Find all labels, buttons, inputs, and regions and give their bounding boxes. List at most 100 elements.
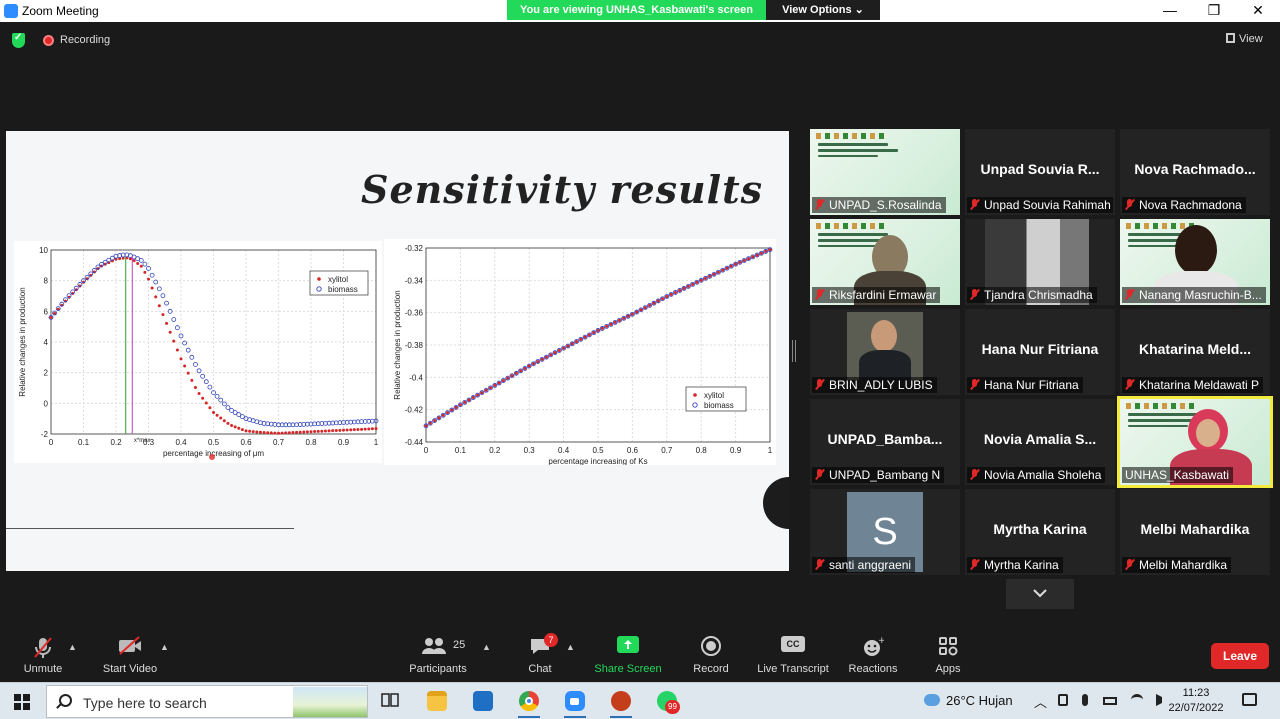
data-point-xylitol	[742, 259, 746, 263]
mic-muted-icon	[1125, 559, 1134, 570]
video-options-caret[interactable]: ▲	[160, 642, 169, 652]
audio-options-caret[interactable]: ▲	[68, 642, 77, 652]
close-button[interactable]: ✕	[1236, 0, 1280, 22]
participants-button[interactable]: 25 Participants	[404, 621, 472, 682]
data-point-xylitol	[514, 371, 518, 375]
data-point-biomass	[225, 405, 231, 410]
microphone-icon[interactable]	[1081, 694, 1088, 706]
data-point-xylitol	[291, 431, 295, 435]
windows-start-icon[interactable]	[14, 694, 30, 710]
legend-marker	[693, 393, 697, 397]
participant-tile[interactable]: Tjandra Chrismadha	[965, 219, 1115, 305]
data-point-xylitol	[755, 253, 759, 257]
mic-muted-icon	[970, 469, 979, 480]
shared-screen: Sensitivity results 0 0.1 0.2 0.3 0.4 0.5 0.6 0…	[6, 131, 789, 571]
view-button[interactable]: View	[1226, 33, 1263, 45]
mic-muted-icon	[815, 559, 824, 570]
data-point-xylitol	[230, 423, 234, 427]
taskbar-clock[interactable]: 11:23 22/07/2022	[1166, 686, 1226, 716]
participant-tile[interactable]: BRIN_ADLY LUBIS	[810, 309, 960, 395]
data-point-xylitol	[255, 430, 259, 434]
viewing-screen-banner: You are viewing UNHAS_Kasbawati's screen	[507, 0, 766, 20]
participant-name-label: UNPAD_Bambang N	[812, 467, 945, 483]
chat-options-caret[interactable]: ▲	[566, 642, 575, 652]
participant-tile[interactable]: Melbi Mahardika Melbi Mahardika	[1120, 489, 1270, 575]
live-transcript-button[interactable]: CC Live Transcript	[754, 621, 832, 682]
participant-tile[interactable]: UNHAS_Kasbawati	[1117, 396, 1273, 488]
data-point-xylitol	[186, 371, 190, 375]
data-point-biomass	[160, 293, 166, 299]
split-divider-handle[interactable]	[792, 340, 796, 362]
data-point-xylitol	[136, 261, 140, 265]
data-point-xylitol	[497, 381, 501, 385]
taskbar-powerpoint[interactable]	[607, 688, 635, 718]
participant-display-name: Unpad Souvia R...	[980, 161, 1100, 177]
taskbar-whatsapp[interactable]: 99	[653, 688, 681, 714]
apps-button[interactable]: Apps	[926, 621, 970, 682]
participant-name: Unpad Souvia Rahimah	[984, 198, 1111, 212]
view-options-button[interactable]: View Options ⌄	[766, 0, 880, 20]
data-point-xylitol	[374, 427, 378, 431]
data-point-xylitol	[553, 351, 557, 355]
x-tick-label: 0.5	[592, 446, 604, 455]
taskbar-mail[interactable]	[469, 688, 497, 714]
y-tick-label: 4	[44, 338, 49, 347]
thumbnail-text-line	[818, 245, 878, 247]
participant-tile[interactable]: Nanang Masruchin-B...	[1120, 219, 1270, 305]
data-point-xylitol	[287, 431, 291, 435]
y-tick-label: 10	[39, 246, 48, 255]
participant-tile[interactable]: Novia Amalia S... Novia Amalia Sholeha	[965, 399, 1115, 485]
chat-badge: 7	[544, 633, 558, 647]
data-point-biomass	[164, 300, 169, 306]
data-point-xylitol	[316, 429, 320, 433]
data-point-xylitol	[665, 295, 669, 298]
participant-tile[interactable]: Hana Nur Fitriana Hana Nur Fitriana	[965, 309, 1115, 395]
data-point-xylitol	[437, 416, 441, 420]
start-video-button[interactable]: Start Video	[98, 621, 162, 682]
y-axis-label: Relative changes in production	[393, 290, 402, 399]
chat-button[interactable]: 7 Chat	[518, 621, 562, 682]
participant-display-name: Melbi Mahardika	[1140, 521, 1250, 537]
share-screen-button[interactable]: Share Screen	[592, 621, 664, 682]
participant-tile[interactable]: UNPAD_Bamba... UNPAD_Bambang N	[810, 399, 960, 485]
record-button[interactable]: Record	[688, 621, 734, 682]
show-hidden-icons-button[interactable]: ︿	[1034, 692, 1047, 719]
notifications-button[interactable]	[1242, 693, 1257, 719]
zoom-app-icon	[4, 4, 18, 18]
participants-options-caret[interactable]: ▲	[482, 642, 491, 652]
battery-icon[interactable]	[1103, 697, 1118, 705]
participant-tile[interactable]: Khatarina Meld... Khatarina Meldawati P	[1120, 309, 1270, 395]
search-highlight-illustration	[293, 687, 367, 717]
maximize-button[interactable]: ❐	[1192, 0, 1236, 22]
reactions-button[interactable]: + Reactions	[846, 621, 900, 682]
notification-icon	[1242, 693, 1257, 706]
weather-widget[interactable]: 26°C Hujan	[924, 693, 1013, 719]
data-point-xylitol	[269, 431, 273, 435]
participant-tile[interactable]: UNPAD_S.Rosalinda	[810, 129, 960, 215]
data-point-xylitol	[313, 430, 317, 434]
task-view-button[interactable]	[376, 688, 404, 714]
leave-button[interactable]: Leave	[1211, 643, 1269, 669]
taskbar-chrome[interactable]	[515, 688, 543, 718]
participant-tile[interactable]: Riksfardini Ermawar	[810, 219, 960, 305]
wifi-icon[interactable]	[1130, 694, 1143, 706]
participant-tile[interactable]: Myrtha Karina Myrtha Karina	[965, 489, 1115, 575]
participant-tile[interactable]: Unpad Souvia R... Unpad Souvia Rahimah	[965, 129, 1115, 215]
chat-label: Chat	[528, 663, 552, 675]
participant-name-label: UNPAD_S.Rosalinda	[812, 197, 946, 213]
meet-now-icon[interactable]	[1058, 694, 1068, 706]
participant-tile[interactable]: Ssanti anggraeni	[810, 489, 960, 575]
taskbar-file-explorer[interactable]	[423, 688, 451, 714]
participants-count: 25	[453, 639, 466, 651]
taskbar-search-box[interactable]: Type here to search	[46, 685, 368, 718]
unmute-button[interactable]: Unmute	[14, 621, 72, 682]
gallery-next-page-button[interactable]	[1006, 579, 1074, 609]
participant-name: Khatarina Meldawati P	[1139, 378, 1260, 392]
data-point-xylitol	[467, 398, 471, 402]
minimize-button[interactable]: —	[1148, 0, 1192, 22]
mic-muted-icon	[970, 559, 979, 570]
data-point-xylitol	[363, 427, 367, 431]
security-shield-icon[interactable]	[12, 32, 25, 48]
participant-tile[interactable]: Nova Rachmado... Nova Rachmadona	[1120, 129, 1270, 215]
taskbar-zoom[interactable]	[561, 688, 589, 718]
